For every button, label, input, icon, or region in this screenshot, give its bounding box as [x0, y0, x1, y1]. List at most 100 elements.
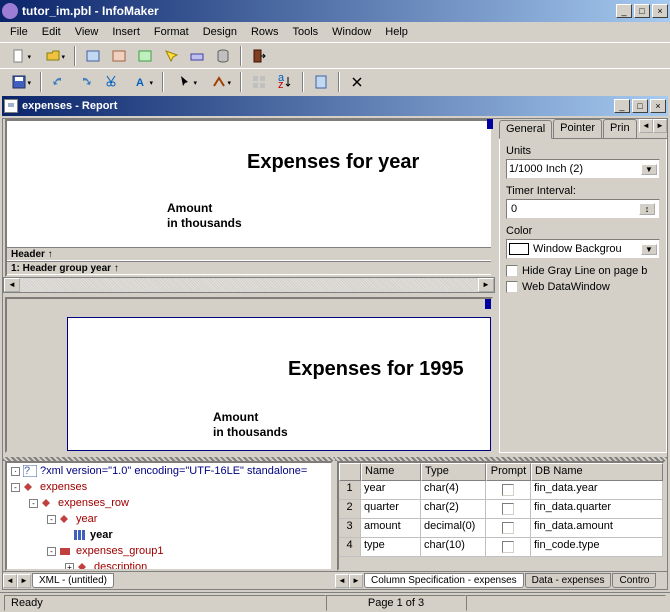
menu-edit[interactable]: Edit [36, 24, 67, 40]
menu-window[interactable]: Window [326, 24, 377, 40]
scroll-right-button[interactable]: ► [478, 278, 494, 292]
timer-input[interactable]: 0 [506, 199, 660, 219]
cut-button[interactable] [100, 71, 122, 93]
units-select[interactable]: 1/1000 Inch (2) [506, 159, 660, 179]
menu-view[interactable]: View [69, 24, 105, 40]
grid-button[interactable] [248, 71, 270, 93]
tab-colspec[interactable]: Column Specification - expenses [364, 573, 524, 588]
tree-node-expenses[interactable]: expenses [40, 481, 87, 493]
prompt-checkbox[interactable] [486, 481, 531, 500]
tree-collapse-icon[interactable]: - [47, 547, 56, 556]
table-row[interactable]: 2 quarter char(2) fin_data.quarter [339, 500, 663, 519]
header-band[interactable]: Header ↑ [7, 247, 491, 261]
splitter-marker-2[interactable] [485, 299, 491, 309]
select-button[interactable] [170, 71, 200, 93]
report-title-field[interactable]: Expenses for year [247, 151, 419, 174]
tab-scroll-right[interactable]: ► [653, 119, 667, 133]
tree-expand-icon[interactable]: · [11, 467, 20, 476]
tool-icon-5[interactable] [186, 45, 208, 67]
property-panel: General Pointer Prin ◄ ► Units 1/1000 In… [495, 119, 667, 453]
timer-label: Timer Interval: [506, 185, 660, 197]
menu-rows[interactable]: Rows [245, 24, 285, 40]
prompt-checkbox[interactable] [486, 500, 531, 519]
tabstrip-left[interactable]: ◄ [3, 574, 17, 588]
doc-close-button[interactable]: × [650, 99, 666, 113]
sort-az-button[interactable]: az [274, 71, 296, 93]
tree-collapse-icon[interactable]: - [29, 499, 38, 508]
close-button[interactable]: × [652, 4, 668, 18]
prompt-checkbox[interactable] [486, 538, 531, 557]
doc-maximize-button[interactable]: □ [632, 99, 648, 113]
tree-node-xml-decl[interactable]: ?xml version="1.0" encoding="UTF-16LE" s… [40, 465, 307, 477]
tree-node-expenses-row[interactable]: expenses_row [58, 497, 129, 509]
preview-pane[interactable]: Expenses for 1995 Amount in thousands [5, 297, 493, 453]
page-button[interactable] [310, 71, 332, 93]
group-band[interactable]: 1: Header group year ↑ [7, 261, 491, 275]
open-button[interactable] [38, 45, 68, 67]
col-header-dbname[interactable]: DB Name [531, 463, 663, 481]
design-hscroll[interactable]: ◄ ► [3, 277, 495, 293]
maximize-button[interactable]: □ [634, 4, 650, 18]
tree-node-group1[interactable]: expenses_group1 [76, 545, 163, 557]
menu-file[interactable]: File [4, 24, 34, 40]
tool-icon-1[interactable] [82, 45, 104, 67]
undo-button[interactable] [48, 71, 70, 93]
table-row[interactable]: 4 type char(10) fin_code.type [339, 538, 663, 557]
tree-collapse-icon[interactable]: - [47, 515, 56, 524]
tree-node-year-tag[interactable]: year [76, 513, 97, 525]
tree-node-year-col[interactable]: year [90, 529, 113, 541]
tool-button-2[interactable] [204, 71, 234, 93]
tag-icon [77, 561, 91, 571]
group-icon [59, 545, 73, 557]
menu-insert[interactable]: Insert [106, 24, 146, 40]
tool-icon-3[interactable] [134, 45, 156, 67]
tab-print[interactable]: Prin [603, 119, 637, 138]
tabstrip-left[interactable]: ◄ [335, 574, 349, 588]
column-icon [73, 529, 87, 541]
xml-tree[interactable]: ·??xml version="1.0" encoding="UTF-16LE"… [5, 461, 333, 571]
hide-gray-checkbox[interactable]: Hide Gray Line on page b [506, 265, 660, 277]
status-page: Page 1 of 3 [326, 595, 466, 611]
tab-data[interactable]: Data - expenses [525, 573, 612, 588]
col-header-type[interactable]: Type [421, 463, 486, 481]
menu-format[interactable]: Format [148, 24, 195, 40]
svg-text:A: A [136, 77, 144, 89]
save-button[interactable] [4, 71, 34, 93]
tree-collapse-icon[interactable]: - [11, 483, 20, 492]
amount-label-2[interactable]: in thousands [167, 216, 242, 230]
design-pane[interactable]: Expenses for year Amount in thousands He… [5, 119, 493, 277]
amount-label-1[interactable]: Amount [167, 201, 212, 215]
tool-icon-4[interactable] [160, 45, 182, 67]
col-header-name[interactable]: Name [361, 463, 421, 481]
menu-tools[interactable]: Tools [286, 24, 324, 40]
tree-node-description[interactable]: description [94, 561, 147, 571]
web-dw-checkbox[interactable]: Web DataWindow [506, 281, 660, 293]
exit-icon[interactable] [248, 45, 270, 67]
tool-icon-2[interactable] [108, 45, 130, 67]
menu-help[interactable]: Help [379, 24, 414, 40]
report-icon [4, 99, 18, 113]
scroll-left-button[interactable]: ◄ [4, 278, 20, 292]
tree-expand-icon[interactable]: + [65, 563, 74, 572]
redo-button[interactable] [74, 71, 96, 93]
font-button[interactable]: A [126, 71, 156, 93]
table-row[interactable]: 1 year char(4) fin_data.year [339, 481, 663, 500]
tab-xml[interactable]: XML - (untitled) [32, 573, 114, 588]
tab-scroll-left[interactable]: ◄ [639, 119, 653, 133]
new-button[interactable] [4, 45, 34, 67]
tab-control[interactable]: Contro [612, 573, 656, 588]
splitter-marker[interactable] [487, 119, 493, 129]
tab-general[interactable]: General [499, 120, 552, 139]
col-header-prompt[interactable]: Prompt [486, 463, 531, 481]
tab-pointer[interactable]: Pointer [553, 119, 602, 138]
tabstrip-right[interactable]: ► [349, 574, 363, 588]
table-row[interactable]: 3 amount decimal(0) fin_data.amount [339, 519, 663, 538]
database-icon[interactable] [212, 45, 234, 67]
color-select[interactable]: Window Backgrou [506, 239, 660, 259]
tabstrip-right[interactable]: ► [17, 574, 31, 588]
doc-minimize-button[interactable]: _ [614, 99, 630, 113]
minimize-button[interactable]: _ [616, 4, 632, 18]
close-doc-button[interactable] [346, 71, 368, 93]
prompt-checkbox[interactable] [486, 519, 531, 538]
menu-design[interactable]: Design [197, 24, 243, 40]
